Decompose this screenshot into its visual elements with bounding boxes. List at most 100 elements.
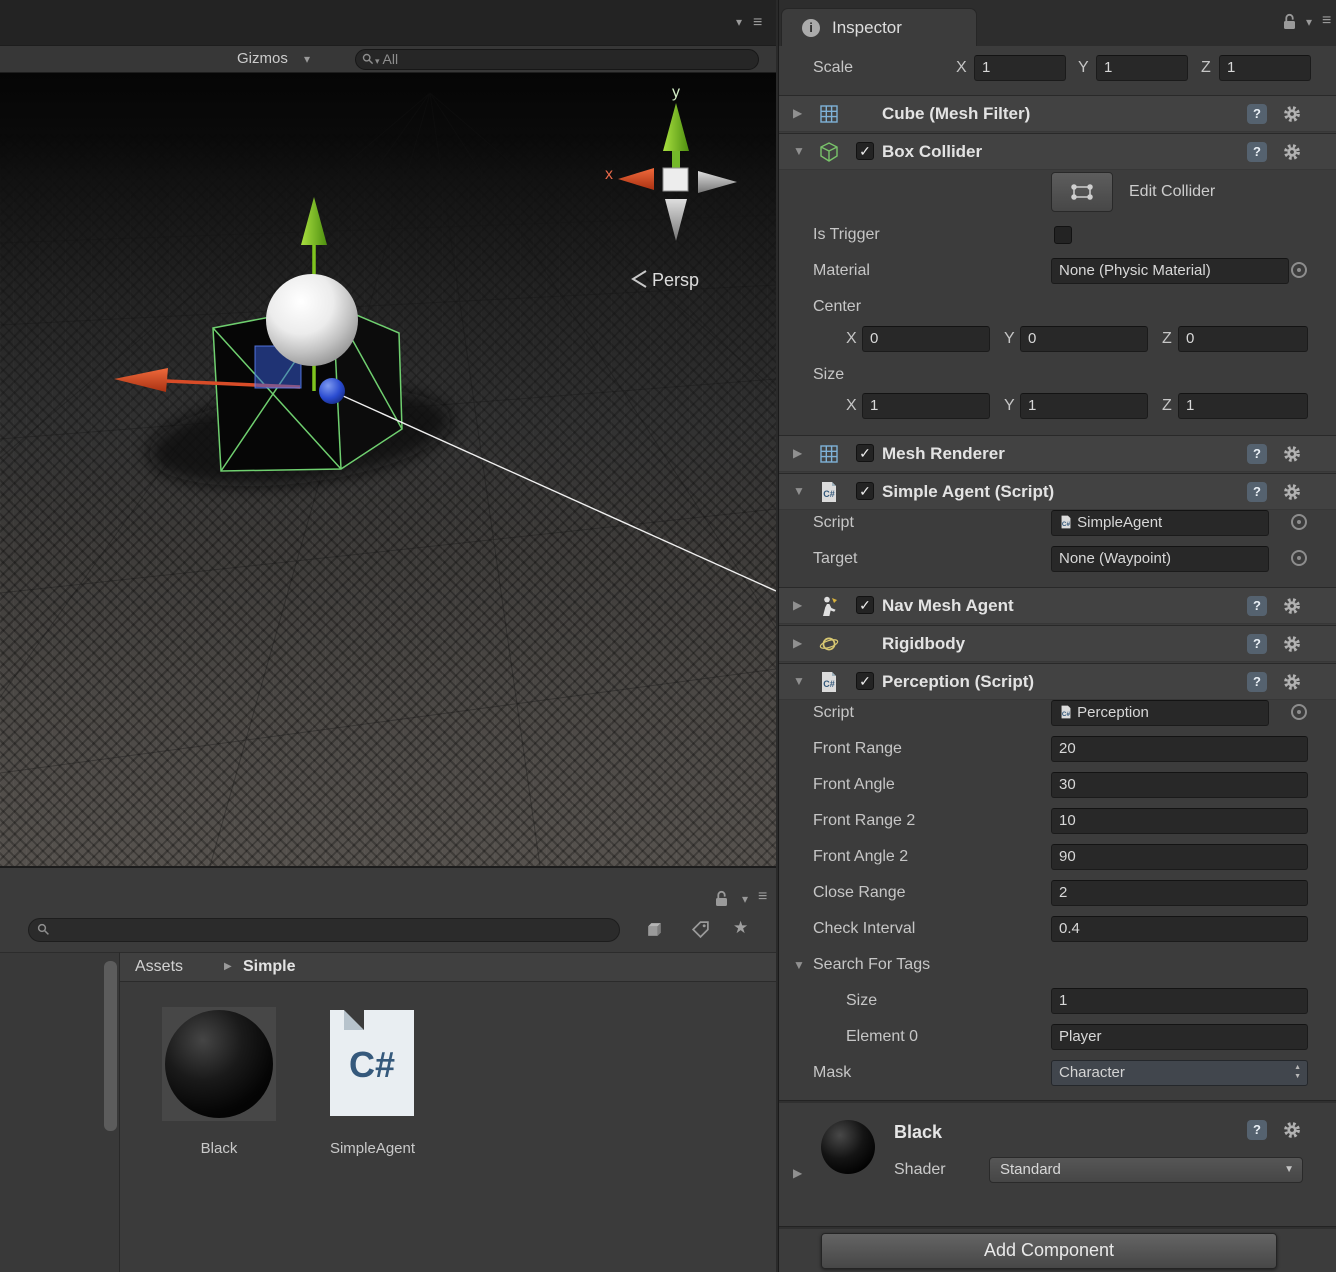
help-icon[interactable]: ? [1247,672,1267,692]
folder-tree-scrollbar[interactable] [104,961,117,1131]
is-trigger-checkbox[interactable] [1054,226,1072,244]
orientation-x-cone[interactable] [618,168,654,190]
scale-x-field[interactable]: 1 [974,55,1066,81]
breadcrumb-assets[interactable]: Assets [135,953,183,981]
component-enabled-checkbox[interactable]: ✓ [856,444,874,462]
help-icon[interactable]: ? [1247,1120,1267,1140]
shader-dropdown[interactable]: Standard ▼ [989,1157,1303,1183]
inspector-pane-dropdown-icon[interactable]: ▾ [1306,15,1312,29]
orientation-down-cone[interactable] [665,199,687,241]
script-object-field[interactable]: C# Perception [1051,700,1269,726]
object-picker-icon[interactable] [1291,550,1307,566]
asset-black-material[interactable] [162,1007,276,1121]
object-picker-icon[interactable] [1291,514,1307,530]
help-icon[interactable]: ? [1247,634,1267,654]
size-x-field[interactable]: 1 [862,393,990,419]
asset-simpleagent-script[interactable]: C# [330,1010,414,1116]
search-by-type-icon[interactable] [645,920,664,944]
agent-center-sphere[interactable] [319,378,345,404]
scale-z-field[interactable]: 1 [1219,55,1311,81]
inspector-pane-menu-icon[interactable]: ≡ [1322,12,1331,30]
scene-canvas[interactable]: y x Persp [0,73,776,866]
front-angle-field[interactable]: 30 [1051,772,1308,798]
gear-icon[interactable] [1283,445,1301,463]
scene-search-input[interactable]: ▾All [355,49,759,70]
search-by-label-icon[interactable] [691,920,710,944]
breadcrumb-current-folder[interactable]: Simple [243,953,295,981]
foldout-closed-icon[interactable]: ▶ [793,96,802,131]
orientation-center-cube[interactable] [663,168,688,191]
size-y-field[interactable]: 1 [1020,393,1148,419]
gear-icon[interactable] [1283,105,1301,123]
component-header-nav-mesh-agent[interactable]: ▶ ✓ Nav Mesh Agent ? [779,587,1336,624]
orientation-y-cone[interactable] [663,103,689,151]
tags-size-field[interactable]: 1 [1051,988,1308,1014]
foldout-closed-icon[interactable]: ▶ [793,436,802,471]
sphere-object[interactable] [266,274,358,366]
scene-pane-dropdown-icon[interactable]: ▾ [736,0,742,45]
scale-y-field[interactable]: 1 [1096,55,1188,81]
search-filter-dropdown-icon[interactable]: ▾ [375,56,380,66]
project-pane-menu-icon[interactable]: ≡ [758,888,767,906]
check-interval-field[interactable]: 0.4 [1051,916,1308,942]
physic-material-field[interactable]: None (Physic Material) [1051,258,1289,284]
scene-orientation-gizmo[interactable]: y x Persp [605,84,737,290]
object-picker-icon[interactable] [1291,704,1307,720]
object-picker-icon[interactable] [1291,262,1307,278]
component-header-perception[interactable]: ▼ C# ✓ Perception (Script) ? [779,663,1336,700]
front-range-field[interactable]: 20 [1051,736,1308,762]
gear-icon[interactable] [1283,143,1301,161]
help-icon[interactable]: ? [1247,444,1267,464]
search-for-tags-row[interactable]: ▼ Search For Tags [779,952,1336,978]
foldout-closed-icon[interactable]: ▶ [793,588,802,623]
component-enabled-checkbox[interactable]: ✓ [856,596,874,614]
center-x-field[interactable]: 0 [862,326,990,352]
edit-collider-button[interactable] [1051,172,1113,212]
component-header-rigidbody[interactable]: ▶ Rigidbody ? [779,625,1336,662]
help-icon[interactable]: ? [1247,596,1267,616]
component-header-mesh-renderer[interactable]: ▶ ✓ Mesh Renderer ? [779,435,1336,472]
material-foldout-icon[interactable]: ▶ [793,1160,802,1186]
component-enabled-checkbox[interactable]: ✓ [856,142,874,160]
help-icon[interactable]: ? [1247,104,1267,124]
orientation-z-cone[interactable] [698,171,737,193]
add-component-button[interactable]: Add Component [821,1233,1277,1269]
help-icon[interactable]: ? [1247,482,1267,502]
move-gizmo-y-cone[interactable] [301,197,327,245]
gear-icon[interactable] [1283,673,1301,691]
foldout-open-icon[interactable]: ▼ [793,134,805,169]
gear-icon[interactable] [1283,635,1301,653]
target-object-field[interactable]: None (Waypoint) [1051,546,1269,572]
foldout-open-icon[interactable]: ▼ [793,664,805,699]
element0-field[interactable]: Player [1051,1024,1308,1050]
mask-dropdown[interactable]: Character ▲▼ [1051,1060,1308,1086]
center-y-field[interactable]: 0 [1020,326,1148,352]
front-angle-2-field[interactable]: 90 [1051,844,1308,870]
center-z-field[interactable]: 0 [1178,326,1308,352]
component-header-box-collider[interactable]: ▼ ✓ Box Collider ? [779,133,1336,170]
component-enabled-checkbox[interactable]: ✓ [856,482,874,500]
close-range-field[interactable]: 2 [1051,880,1308,906]
inspector-tab[interactable]: i Inspector [781,8,977,46]
foldout-closed-icon[interactable]: ▶ [793,626,802,661]
gear-icon[interactable] [1283,1121,1301,1139]
project-pane-dropdown-icon[interactable]: ▾ [742,892,748,906]
project-lock-icon[interactable] [714,890,729,912]
size-z-field[interactable]: 1 [1178,393,1308,419]
scene-pane-menu-icon[interactable]: ≡ [753,0,762,45]
project-search-input[interactable] [28,918,620,942]
material-preview-sphere[interactable] [821,1120,875,1174]
gear-icon[interactable] [1283,597,1301,615]
gear-icon[interactable] [1283,483,1301,501]
foldout-open-icon[interactable]: ▼ [793,474,805,509]
inspector-lock-icon[interactable] [1282,13,1297,35]
component-header-mesh-filter[interactable]: ▶ Cube (Mesh Filter) ? [779,95,1336,132]
save-search-star-icon[interactable]: ★ [733,918,748,938]
help-icon[interactable]: ? [1247,142,1267,162]
component-enabled-checkbox[interactable]: ✓ [856,672,874,690]
script-object-field[interactable]: C# SimpleAgent [1051,510,1269,536]
front-range-2-field[interactable]: 10 [1051,808,1308,834]
component-header-simple-agent[interactable]: ▼ C# ✓ Simple Agent (Script) ? [779,473,1336,510]
gizmos-button[interactable]: Gizmos ▾ [237,46,310,72]
foldout-open-icon[interactable]: ▼ [793,952,805,978]
